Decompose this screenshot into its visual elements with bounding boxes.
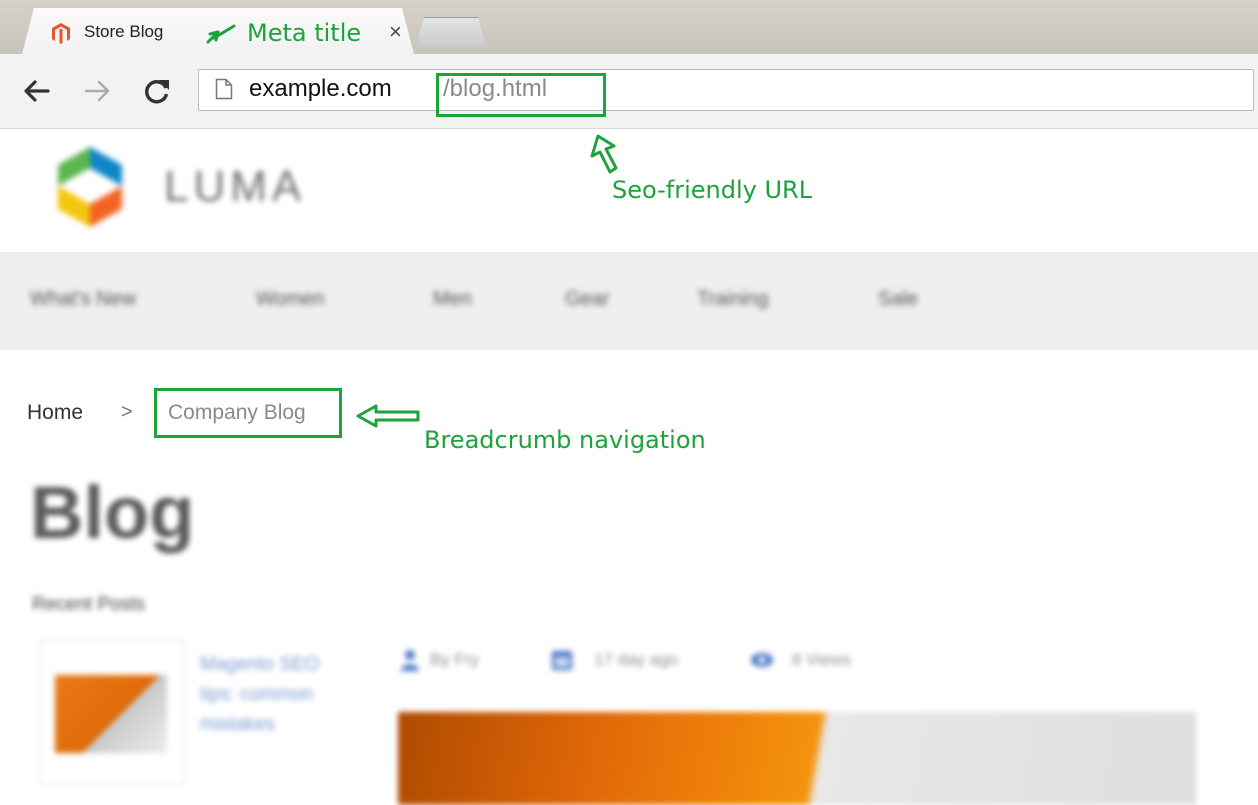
- page-title: Blog: [30, 471, 195, 554]
- breadcrumb-home-link[interactable]: Home: [27, 401, 83, 425]
- tab-close-button[interactable]: ×: [389, 19, 402, 45]
- forward-arrow-icon[interactable]: [84, 78, 112, 104]
- nav-item-training[interactable]: Training: [697, 288, 769, 311]
- thumbnail-image: [55, 675, 167, 753]
- nav-item-whats-new[interactable]: What's New: [30, 288, 136, 311]
- nav-item-women[interactable]: Women: [256, 288, 325, 311]
- seo-url-arrow-icon: [590, 134, 618, 174]
- post-author: By Fry: [430, 650, 480, 669]
- meta-title-arrow-icon: [206, 24, 236, 44]
- recent-post-link[interactable]: Magento SEO tips: common mistakes: [200, 650, 330, 740]
- magento-favicon-icon: [52, 23, 70, 44]
- annotation-breadcrumb-box: [154, 388, 342, 438]
- calendar-icon: [552, 651, 572, 670]
- browser-toolbar: example.com /blog.html: [0, 54, 1258, 129]
- url-host: example.com: [249, 75, 392, 102]
- browser-tab-strip: Store Blog ×: [0, 0, 1258, 54]
- annotation-breadcrumb-navigation: Breadcrumb navigation: [424, 426, 706, 454]
- nav-item-men[interactable]: Men: [433, 288, 472, 311]
- breadcrumb-arrow-icon: [356, 404, 420, 428]
- annotation-meta-title: Meta title: [247, 19, 362, 47]
- post-hero-image: [398, 712, 1196, 805]
- luma-logo-text: LUMA: [164, 162, 307, 211]
- site-navigation: What's New Women Men Gear Training Sale: [0, 252, 1258, 350]
- luma-logo-icon: [58, 147, 122, 227]
- annotation-seo-url: Seo-friendly URL: [612, 176, 813, 204]
- recent-post-thumbnail[interactable]: [40, 640, 184, 786]
- post-date: 17 day ago: [594, 650, 679, 669]
- eye-icon: [751, 653, 773, 667]
- breadcrumb-separator: >: [121, 401, 133, 423]
- back-arrow-icon[interactable]: [22, 78, 50, 104]
- post-views: 8 Views: [792, 650, 852, 669]
- reload-icon[interactable]: [142, 76, 172, 106]
- new-tab-button[interactable]: [416, 17, 486, 47]
- recent-posts-title: Recent Posts: [32, 594, 145, 615]
- nav-item-gear[interactable]: Gear: [565, 288, 609, 311]
- nav-item-sale[interactable]: Sale: [878, 288, 918, 311]
- address-bar[interactable]: example.com /blog.html: [198, 69, 1254, 111]
- page-icon: [215, 78, 233, 100]
- author-icon: [401, 650, 419, 671]
- tab-title: Store Blog: [84, 22, 164, 41]
- annotation-url-box: [436, 73, 606, 117]
